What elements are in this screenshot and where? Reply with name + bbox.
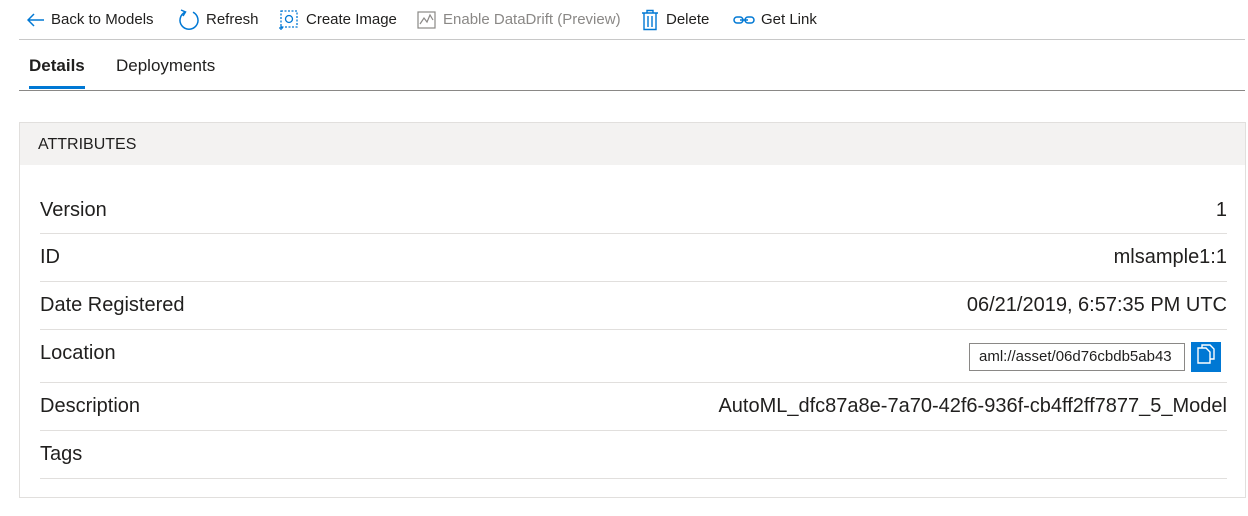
- delete-button[interactable]: Delete: [640, 3, 709, 37]
- attribute-key: Description: [40, 395, 141, 417]
- attribute-row-date-registered: Date Registered 06/21/2019, 6:57:35 PM U…: [40, 281, 1227, 330]
- tab-bar: Details Deployments: [19, 40, 1245, 91]
- attribute-row-id: ID mlsample1:1: [40, 233, 1227, 282]
- arrow-left-icon: [27, 12, 45, 27]
- create-image-button[interactable]: Create Image: [278, 3, 397, 37]
- refresh-icon: [178, 8, 200, 31]
- attributes-panel: ATTRIBUTES Version 1 ID mlsample1:1 Date…: [19, 122, 1246, 498]
- copy-location-button[interactable]: [1191, 342, 1221, 372]
- chart-icon: [417, 10, 437, 30]
- attribute-key: Version: [40, 199, 107, 221]
- attribute-row-location: Location aml://asset/06d76cbdb5ab43: [40, 329, 1227, 383]
- back-to-models-button[interactable]: Back to Models: [27, 3, 154, 37]
- refresh-label: Refresh: [206, 11, 259, 28]
- enable-datadrift-label: Enable DataDrift (Preview): [443, 11, 621, 28]
- back-to-models-label: Back to Models: [51, 11, 154, 28]
- delete-label: Delete: [666, 11, 710, 28]
- active-tab-indicator: [29, 86, 85, 89]
- attribute-key: Tags: [40, 443, 83, 465]
- location-field[interactable]: aml://asset/06d76cbdb5ab43: [969, 343, 1185, 371]
- link-icon: [733, 13, 755, 27]
- copy-icon: [1197, 344, 1215, 370]
- attribute-key: Location: [40, 342, 116, 364]
- refresh-button[interactable]: Refresh: [178, 3, 259, 37]
- attribute-key: Date Registered: [40, 294, 185, 316]
- command-bar: Back to Models Refresh Create Image Enab…: [19, 0, 1245, 40]
- enable-datadrift-button[interactable]: Enable DataDrift (Preview): [417, 3, 621, 37]
- attribute-row-description: Description AutoML_dfc87a8e-7a70-42f6-93…: [40, 382, 1227, 431]
- create-image-icon: [278, 9, 300, 31]
- attribute-row-version: Version 1: [40, 165, 1227, 234]
- attribute-value: 1: [1215, 199, 1227, 221]
- attribute-row-tags: Tags: [40, 430, 1227, 479]
- attribute-value: mlsample1:1: [1113, 246, 1227, 268]
- attribute-value: AutoML_dfc87a8e-7a70-42f6-936f-cb4ff2ff7…: [718, 395, 1227, 417]
- trash-icon: [640, 9, 660, 31]
- create-image-label: Create Image: [306, 11, 397, 28]
- tab-details[interactable]: Details: [29, 40, 85, 90]
- attribute-value: 06/21/2019, 6:57:35 PM UTC: [966, 294, 1227, 316]
- tab-deployments[interactable]: Deployments: [116, 40, 215, 90]
- get-link-button[interactable]: Get Link: [733, 3, 817, 37]
- attributes-header: ATTRIBUTES: [20, 123, 1245, 165]
- get-link-label: Get Link: [761, 11, 817, 28]
- attribute-key: ID: [40, 246, 60, 268]
